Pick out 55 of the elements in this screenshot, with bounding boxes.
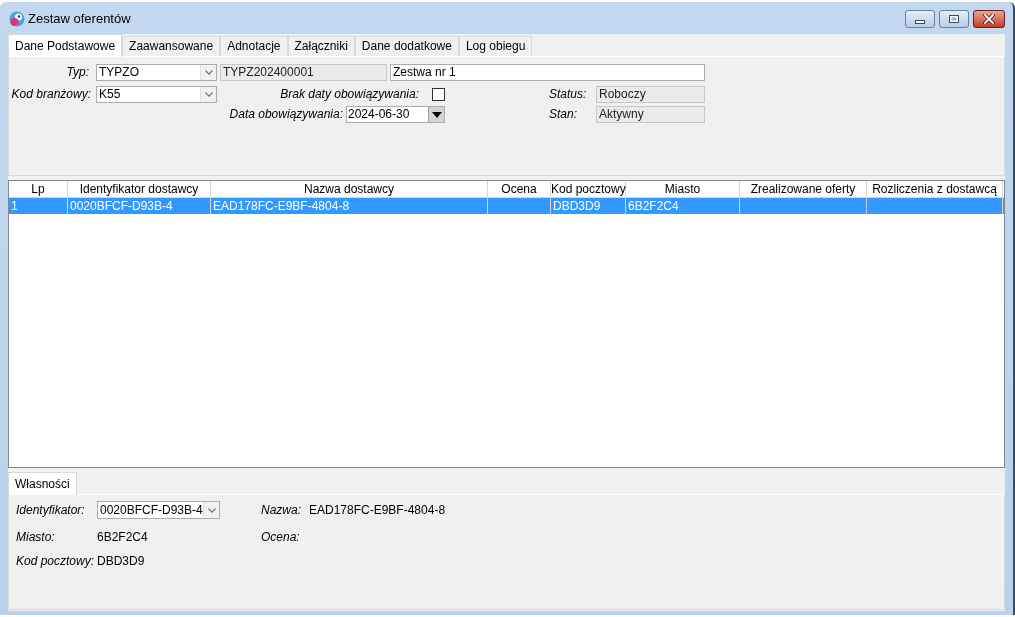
tab[interactable]: Log obiegu [458,36,533,56]
tab[interactable]: Dane Podstawowe [8,34,123,57]
checkbox[interactable] [432,88,445,101]
column-header[interactable]: Identyfikator dostawcy [68,181,211,197]
field-label: Typ: [65,65,89,80]
column-header[interactable]: Nazwa dostawcy [211,181,488,197]
minimize-icon [915,19,925,24]
industry-code-dropdown[interactable]: K55 [96,86,217,103]
chevron-down-icon[interactable] [200,65,216,80]
minimize-button[interactable] [905,10,935,28]
status-field[interactable]: Roboczy [596,86,705,103]
table-cell: 6B2F2C4 [626,198,740,214]
app-logo-icon [9,11,25,27]
maximize-button[interactable] [939,10,969,28]
chevron-down-icon[interactable] [200,87,216,102]
column-header[interactable]: Miasto [626,181,740,197]
field-label: Data obowiązywania: [228,107,343,122]
field-label: Nazwa: [261,502,302,518]
table-cell: EAD178FC-E9BF-4804-8 [211,198,488,214]
column-header[interactable]: Kod pocztowy [551,181,626,197]
window-title: Zestaw oferentów [28,11,131,27]
table-cell: 1 [9,198,68,214]
table-cell: DBD3D9 [551,198,626,214]
postal-code-value: DBD3D9 [97,554,145,569]
type-dropdown[interactable]: TYPZO [96,64,217,81]
field-label: Brak daty obowiązywania: [279,87,419,102]
column-header[interactable]: Rozliczenia z dostawcą [867,181,1003,197]
tab[interactable]: Własności [8,472,77,495]
state-field[interactable]: Aktywny [596,106,705,123]
tab[interactable]: Dane dodatkowe [354,36,459,56]
number-field[interactable]: TYPZ202400001 [220,64,387,81]
city-value: 6B2F2C4 [97,530,149,545]
field-label: Miasto: [16,530,56,545]
field-label: Identyfikator: [16,502,86,518]
close-button[interactable] [973,10,1005,28]
tab[interactable]: Adnotacje [220,36,288,56]
date-field[interactable]: 2024-06-30 [346,106,445,123]
close-icon [983,14,995,24]
column-header[interactable]: Zrealizowane oferty [740,181,867,197]
field-label: Stan: [549,107,579,122]
tab[interactable]: Zaawansowane [122,36,221,56]
name-value: EAD178FC-E9BF-4804-8 [309,502,446,518]
table-cell: 0020BFCF-D93B-4 [68,198,211,214]
field-label: Ocena: [261,530,301,545]
chevron-down-icon[interactable] [203,502,219,518]
name-field[interactable]: Zestwa nr 1 [390,64,705,81]
field-label: Kod pocztowy: [16,554,96,569]
triangle-down-icon[interactable] [428,107,444,122]
column-header[interactable]: Lp [9,181,68,197]
column-header[interactable]: Ocena [488,181,551,197]
maximize-icon [949,15,959,23]
field-label: Status: [549,87,588,102]
identifier-dropdown[interactable]: 0020BFCF-D93B-4 [97,501,220,519]
field-label: Kod branżowy: [10,87,91,102]
tab[interactable]: Załączniki [287,36,355,56]
